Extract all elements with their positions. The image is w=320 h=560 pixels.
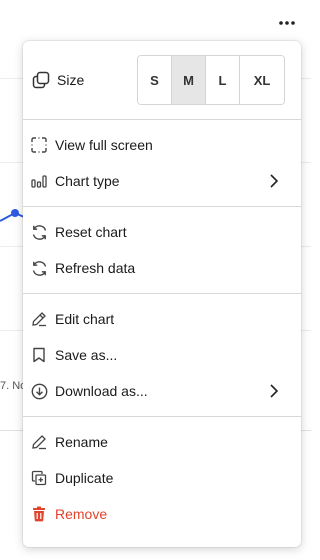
menu-item-label: Remove [55, 506, 108, 522]
bookmark-icon [30, 346, 48, 364]
size-label: Size [57, 72, 85, 88]
chart-type-icon [30, 172, 48, 190]
pencil-icon [30, 310, 48, 328]
chevron-right-icon [267, 174, 281, 188]
page: 7. No Size S M L XL View full screen Cha… [0, 0, 311, 560]
menu-item-download-as[interactable]: Download as... [23, 373, 301, 409]
size-option-s[interactable]: S [138, 56, 171, 104]
chevron-right-icon [267, 384, 281, 398]
series-line-fragment [0, 209, 24, 222]
more-dots-icon [279, 21, 295, 25]
size-option-l[interactable]: L [205, 56, 239, 104]
menu-item-view-full-screen[interactable]: View full screen [23, 127, 301, 163]
menu-item-chart-type[interactable]: Chart type [23, 163, 301, 199]
menu-item-label: Rename [55, 434, 108, 450]
chart-options-menu: Size S M L XL View full screen Chart typ… [23, 41, 301, 547]
menu-item-refresh-data[interactable]: Refresh data [23, 250, 301, 286]
menu-item-save-as[interactable]: Save as... [23, 337, 301, 373]
menu-section-view: View full screen Chart type [23, 120, 301, 206]
reset-icon [30, 223, 48, 241]
menu-item-edit-chart[interactable]: Edit chart [23, 301, 301, 337]
menu-item-label: View full screen [55, 137, 153, 153]
duplicate-icon [30, 469, 48, 487]
menu-item-label: Edit chart [55, 311, 115, 327]
trash-icon [30, 505, 48, 523]
size-option-xl[interactable]: XL [239, 56, 284, 104]
size-selector: S M L XL [137, 55, 285, 105]
size-option-m[interactable]: M [171, 56, 205, 104]
menu-section-edit: Edit chart Save as... Download as... [23, 294, 301, 416]
refresh-icon [30, 259, 48, 277]
more-options-button[interactable] [276, 12, 298, 34]
menu-item-label: Save as... [55, 347, 118, 363]
menu-item-duplicate[interactable]: Duplicate [23, 460, 301, 496]
menu-item-label: Duplicate [55, 470, 114, 486]
menu-item-remove[interactable]: Remove [23, 496, 301, 532]
download-icon [30, 382, 48, 400]
menu-item-reset-chart[interactable]: Reset chart [23, 214, 301, 250]
fullscreen-icon [30, 136, 48, 154]
menu-item-rename[interactable]: Rename [23, 424, 301, 460]
menu-item-label: Reset chart [55, 224, 127, 240]
size-row: Size S M L XL [23, 41, 301, 119]
menu-item-label: Chart type [55, 173, 120, 189]
menu-item-label: Download as... [55, 383, 148, 399]
menu-section-manage: Rename Duplicate Remove [23, 417, 301, 539]
rename-icon [30, 433, 48, 451]
size-icon [31, 70, 51, 90]
menu-item-label: Refresh data [55, 260, 136, 276]
menu-section-data: Reset chart Refresh data [23, 207, 301, 293]
